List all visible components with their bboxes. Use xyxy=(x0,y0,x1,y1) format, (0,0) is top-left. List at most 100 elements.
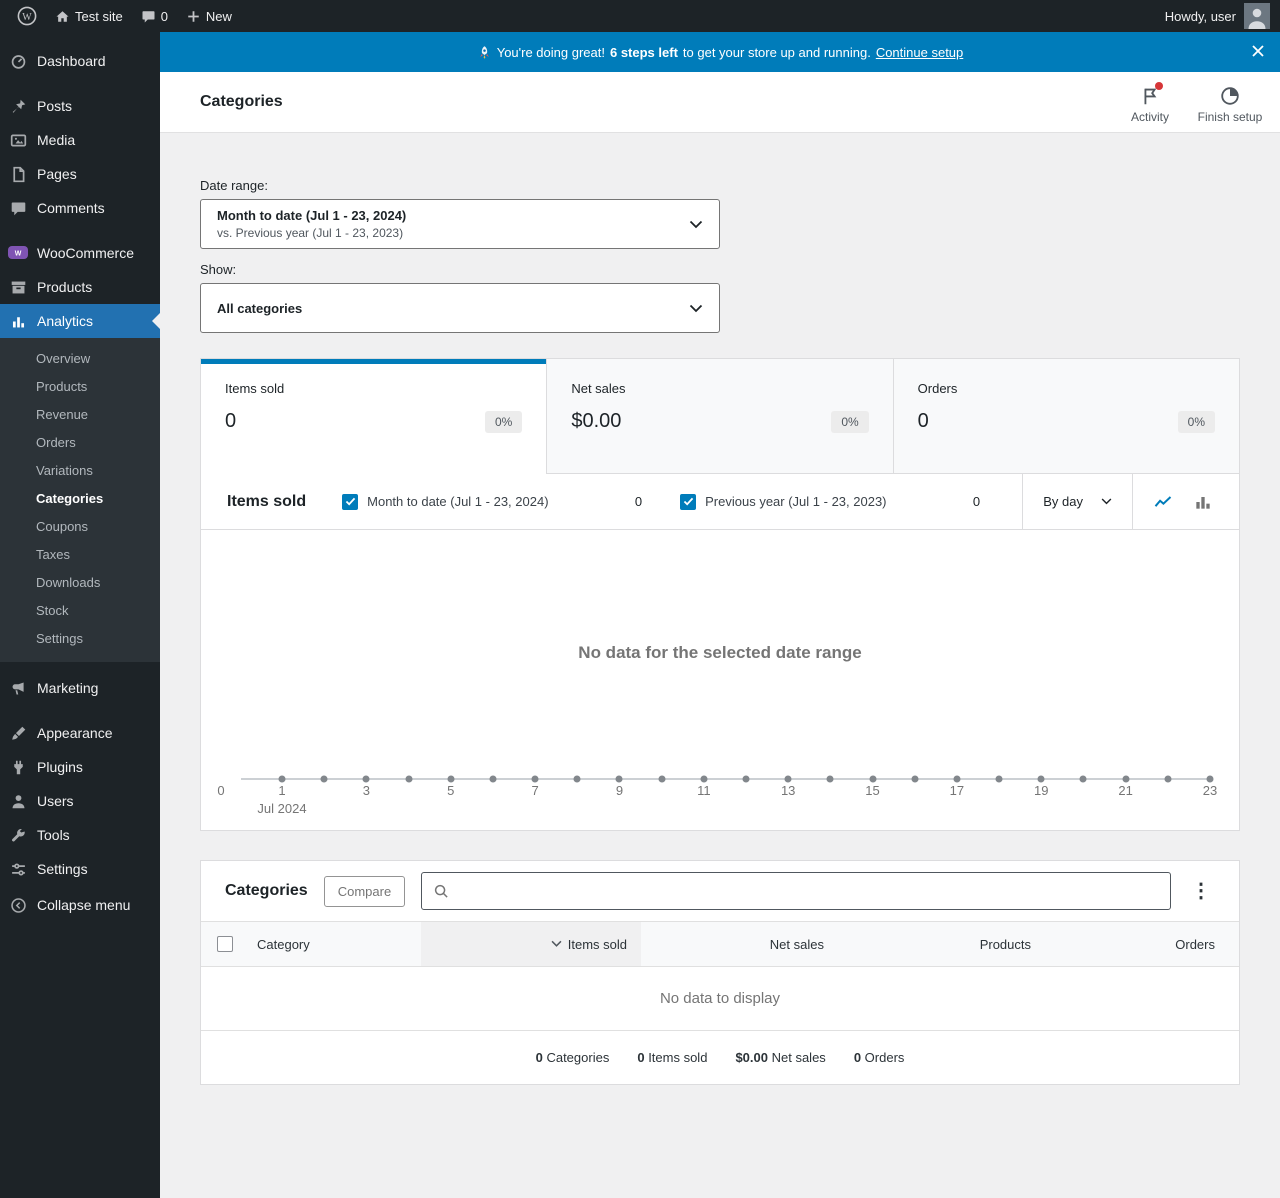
sidebar-item-marketing[interactable]: Marketing xyxy=(0,671,160,705)
legend-month-to-date[interactable]: Month to date (Jul 1 - 23, 2024) 0 xyxy=(342,493,643,510)
date-range-value: Month to date (Jul 1 - 23, 2024) xyxy=(217,208,407,223)
x-axis-tick-label: 7 xyxy=(531,783,539,798)
pin-icon xyxy=(8,98,28,115)
chart-empty-message: No data for the selected date range xyxy=(578,643,862,662)
progress-circle-icon xyxy=(1219,85,1241,107)
select-all-checkbox[interactable] xyxy=(217,936,233,952)
interval-select[interactable]: By day xyxy=(1023,474,1132,529)
chevron-down-icon xyxy=(689,220,703,229)
column-header-net-sales[interactable]: Net sales xyxy=(641,922,836,966)
sidebar-item-dashboard[interactable]: Dashboard xyxy=(0,44,160,78)
kebab-menu-icon[interactable]: ⋮ xyxy=(1187,881,1215,901)
summary-categories: 0 Categories xyxy=(535,1050,610,1065)
stat-label: Net sales xyxy=(571,381,626,396)
column-header-items-sold[interactable]: Items sold xyxy=(421,922,641,966)
sidebar-item-products[interactable]: Products xyxy=(0,270,160,304)
sidebar-item-settings[interactable]: Settings xyxy=(0,852,160,886)
submenu-item-settings[interactable]: Settings xyxy=(0,625,160,653)
compare-button[interactable]: Compare xyxy=(323,875,406,907)
chart-point xyxy=(1079,775,1087,783)
sidebar-item-appearance[interactable]: Appearance xyxy=(0,716,160,750)
collapse-menu-button[interactable]: Collapse menu xyxy=(0,888,160,922)
home-icon xyxy=(55,9,70,24)
table-column-headers: Category Items sold Net sales Products O… xyxy=(201,921,1239,967)
submenu-item-stock[interactable]: Stock xyxy=(0,597,160,625)
sidebar-item-label: Pages xyxy=(37,166,77,182)
x-axis-tick-label: 15 xyxy=(865,783,880,798)
svg-text:W: W xyxy=(22,12,32,23)
wordpress-logo-icon[interactable]: W xyxy=(8,0,46,32)
chart-point xyxy=(784,775,792,783)
tab-orders[interactable]: Orders 0 0% xyxy=(892,359,1239,474)
date-range-select[interactable]: Month to date (Jul 1 - 23, 2024) vs. Pre… xyxy=(200,199,720,249)
sidebar-item-pages[interactable]: Pages xyxy=(0,157,160,191)
chevron-down-icon xyxy=(689,304,703,313)
search-input[interactable] xyxy=(458,882,1160,900)
analytics-panel: Items sold 0 0% Net sales $0.00 0% Order… xyxy=(200,358,1240,831)
categories-table-card: Categories Compare ⋮ Category Items sold… xyxy=(200,860,1240,1085)
activity-button[interactable]: Activity xyxy=(1114,81,1186,124)
sidebar-item-plugins[interactable]: Plugins xyxy=(0,750,160,784)
finish-setup-button[interactable]: Finish setup xyxy=(1194,81,1266,124)
chart-point xyxy=(742,775,750,783)
chart-point xyxy=(995,775,1003,783)
chevron-down-icon xyxy=(1101,498,1112,505)
sidebar-item-media[interactable]: Media xyxy=(0,123,160,157)
submenu-item-products[interactable]: Products xyxy=(0,373,160,401)
legend-label: Previous year (Jul 1 - 23, 2023) xyxy=(705,494,887,509)
new-content-button[interactable]: New xyxy=(177,0,241,32)
comments-counter[interactable]: 0 xyxy=(132,0,177,32)
submenu-item-taxes[interactable]: Taxes xyxy=(0,541,160,569)
submenu-item-revenue[interactable]: Revenue xyxy=(0,401,160,429)
notification-dot-icon xyxy=(1155,81,1163,90)
legend-value: 0 xyxy=(634,494,643,509)
my-account-menu[interactable]: Howdy, user xyxy=(1165,3,1272,29)
wrench-icon xyxy=(8,827,28,844)
sidebar-item-tools[interactable]: Tools xyxy=(0,818,160,852)
chart-point xyxy=(1164,775,1172,783)
chart-point xyxy=(278,775,286,783)
sidebar-item-analytics[interactable]: Analytics xyxy=(0,304,160,338)
comment-bubble-icon xyxy=(141,9,156,24)
delta-badge: 0% xyxy=(1177,410,1215,433)
category-filter-select[interactable]: All categories xyxy=(200,283,720,333)
chart-point xyxy=(1037,775,1045,783)
submenu-item-orders[interactable]: Orders xyxy=(0,429,160,457)
megaphone-icon xyxy=(8,680,28,697)
sidebar-item-posts[interactable]: Posts xyxy=(0,89,160,123)
sidebar-item-woocommerce[interactable]: W WooCommerce xyxy=(0,236,160,270)
banner-text: You're doing great! xyxy=(496,44,605,60)
column-header-products[interactable]: Products xyxy=(836,922,1043,966)
submenu-item-overview[interactable]: Overview xyxy=(0,345,160,373)
submenu-item-downloads[interactable]: Downloads xyxy=(0,569,160,597)
stats-tabs: Items sold 0 0% Net sales $0.00 0% Order… xyxy=(201,359,1239,474)
column-header-orders[interactable]: Orders xyxy=(1043,922,1239,966)
sidebar-item-label: Appearance xyxy=(37,725,113,741)
line-chart-icon[interactable] xyxy=(1133,492,1183,512)
tab-net-sales[interactable]: Net sales $0.00 0% xyxy=(546,359,893,474)
brush-icon xyxy=(8,725,28,742)
sidebar-item-label: Collapse menu xyxy=(37,897,131,913)
submenu-item-coupons[interactable]: Coupons xyxy=(0,513,160,541)
delta-badge: 0% xyxy=(484,410,523,433)
submenu-item-variations[interactable]: Variations xyxy=(0,457,160,485)
sidebar-item-label: Analytics xyxy=(37,313,94,329)
chart-point xyxy=(1122,775,1130,783)
site-name-link[interactable]: Test site xyxy=(46,0,132,32)
legend-previous-year[interactable]: Previous year (Jul 1 - 23, 2023) 0 xyxy=(680,493,980,510)
table-empty-message: No data to display xyxy=(201,967,1239,1031)
bar-chart-icon[interactable] xyxy=(1183,492,1239,512)
submenu-item-categories[interactable]: Categories xyxy=(0,485,160,513)
column-header-category[interactable]: Category xyxy=(257,922,421,966)
x-axis-tick-label: 1 xyxy=(278,783,286,798)
tab-items-sold[interactable]: Items sold 0 0% xyxy=(201,359,547,474)
table-header: Categories Compare ⋮ xyxy=(201,861,1239,921)
chart-point xyxy=(700,775,708,783)
close-icon[interactable] xyxy=(1248,41,1268,61)
setup-banner: You're doing great! 6 steps left to get … xyxy=(160,32,1280,72)
sidebar-item-users[interactable]: Users xyxy=(0,784,160,818)
sidebar-item-label: Products xyxy=(37,279,93,295)
continue-setup-link[interactable]: Continue setup xyxy=(876,45,963,60)
user-icon xyxy=(8,793,28,810)
sidebar-item-comments[interactable]: Comments xyxy=(0,191,160,225)
